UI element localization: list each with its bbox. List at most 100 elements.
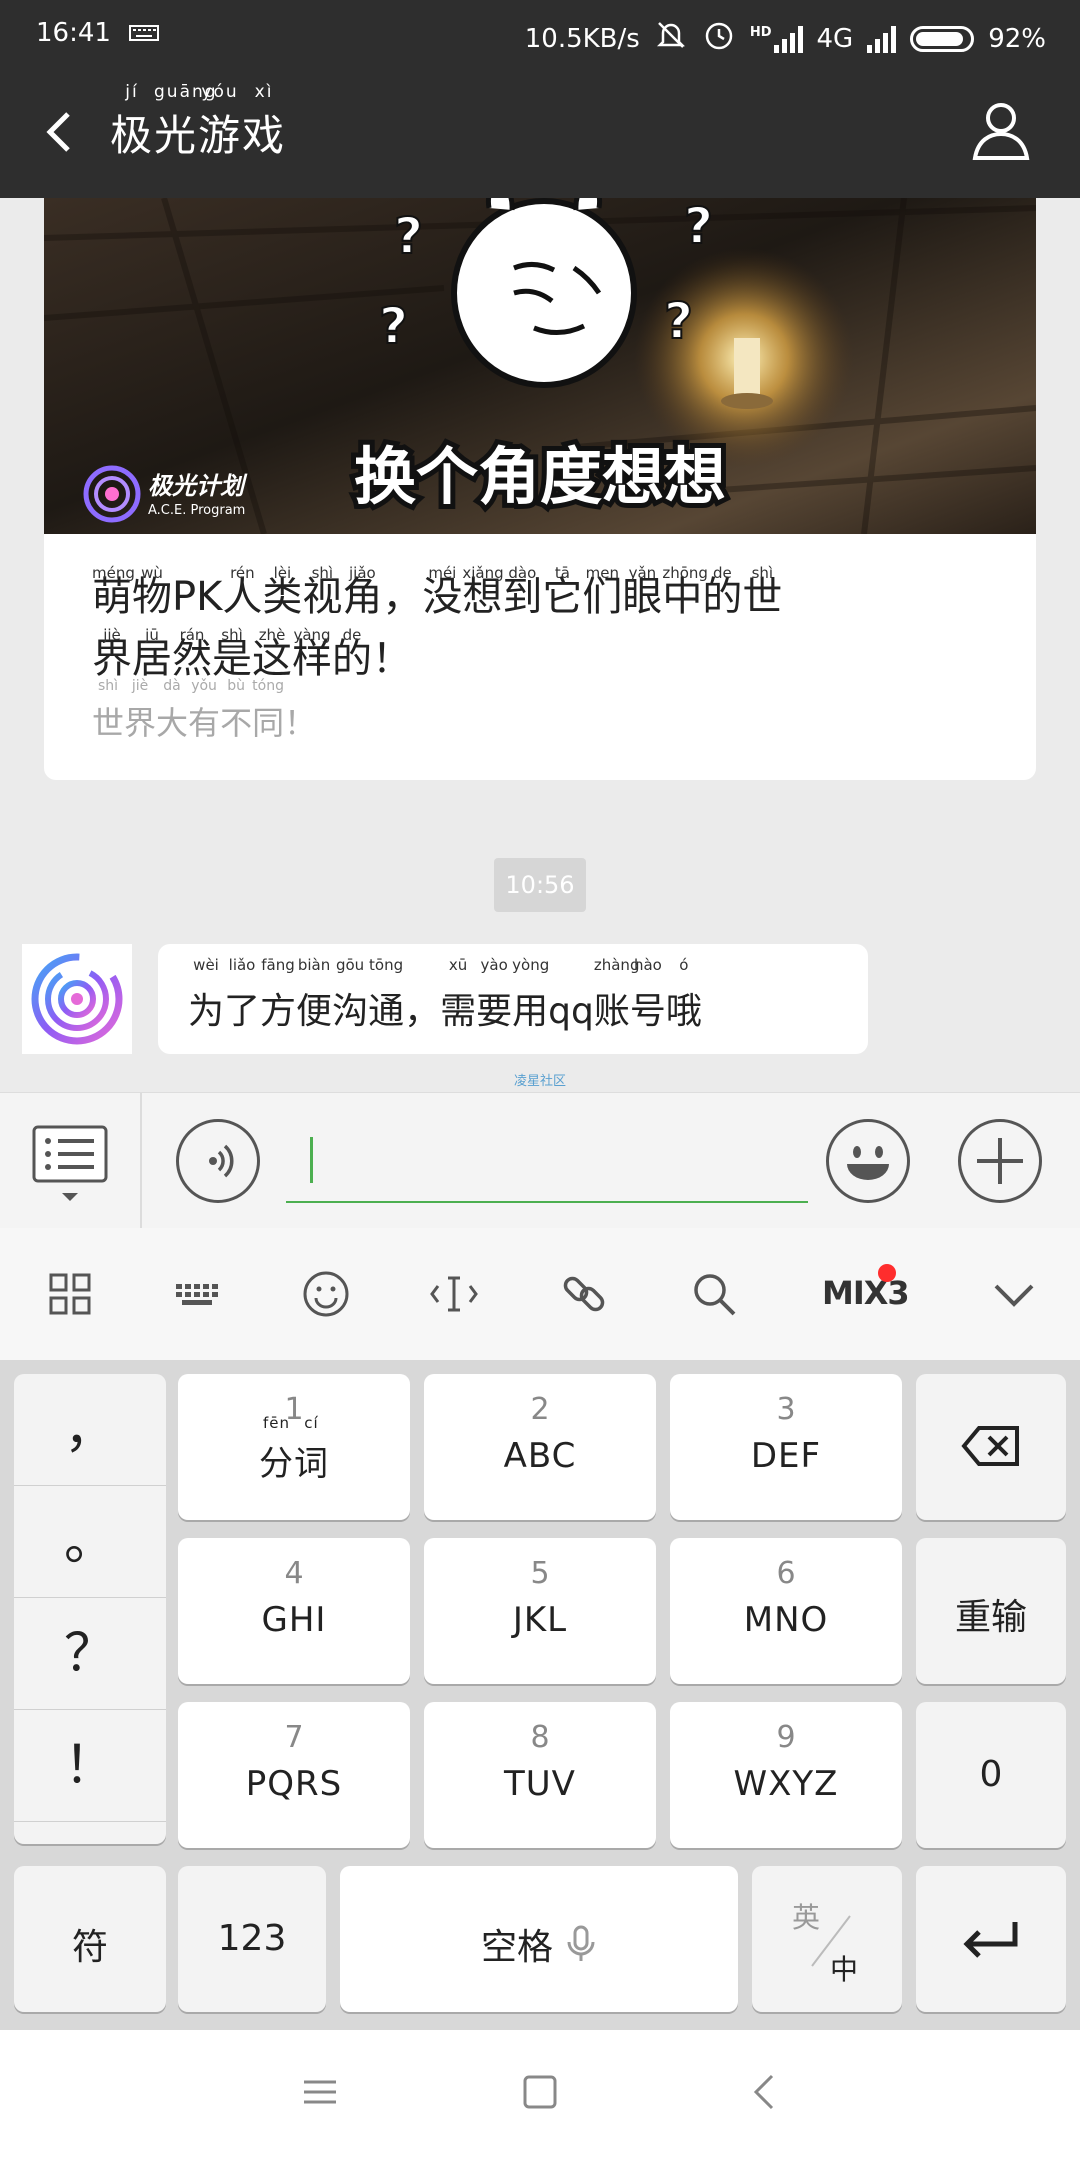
pinyin: zhàng (593, 956, 640, 974)
pinyin: wèi (193, 956, 219, 974)
char: jí 极 (110, 82, 155, 160)
slash-divider (811, 1915, 851, 1967)
keyboard-layout-button[interactable] (172, 1268, 224, 1320)
mix3-button[interactable]: MIX3 (822, 1274, 910, 1312)
system-nav-bar (0, 2030, 1080, 2160)
home-button[interactable] (518, 2070, 562, 2114)
profile-button[interactable] (966, 96, 1036, 166)
source-label[interactable]: 凌星社区 (0, 1070, 1080, 1089)
svg-text:?: ? (394, 207, 423, 265)
key-5[interactable]: 5 JKL (424, 1538, 656, 1684)
char: bù 不 (220, 678, 253, 742)
sender-avatar[interactable] (22, 944, 132, 1054)
system-back-button[interactable] (744, 2070, 788, 2114)
message-input[interactable] (286, 1123, 808, 1203)
pinyin: méng (92, 564, 135, 582)
pinyin: tōng (369, 956, 404, 974)
keyboard: ， 。 ？ ！ 1 fēn 分 cí 词 2 ABC 3 DEF 4 GHI 5 JK… (0, 1360, 1080, 2030)
pinyin: xiǎng (462, 564, 504, 582)
punctuation-list[interactable]: ， 。 ？ ！ (14, 1374, 166, 1844)
network-speed: 10.5KB/s (524, 23, 640, 54)
pinyin: yóu (201, 82, 239, 102)
char: dào 到 (502, 564, 542, 628)
key-3[interactable]: 3 DEF (670, 1374, 902, 1520)
char: yào 要 (476, 956, 513, 1032)
chevron-down-icon (994, 1284, 1034, 1307)
mute-icon (654, 18, 688, 59)
brand-logo-icon (31, 953, 123, 1045)
pinyin: rán (179, 626, 205, 644)
char: xū 需 (440, 956, 477, 1032)
pinyin: liǎo (228, 956, 256, 974)
link-button[interactable] (558, 1268, 610, 1320)
emoji-button[interactable] (826, 1119, 910, 1203)
char: yǒu 有 (188, 678, 221, 742)
key-4[interactable]: 4 GHI (178, 1538, 410, 1684)
back-button[interactable] (30, 100, 90, 164)
svg-text:?: ? (379, 297, 408, 355)
voice-input-button[interactable] (176, 1119, 260, 1203)
message-bubble[interactable]: wèi 为 liǎo 了 fāng 方 biàn 便 gōu 沟 tōng 通， xū 需 yào 要 yòng… (158, 944, 868, 1054)
pinyin: lèi (273, 564, 292, 582)
symbol-key[interactable]: 符 (14, 1866, 166, 2012)
search-button[interactable] (688, 1268, 740, 1320)
cursor-edit-button[interactable] (428, 1268, 480, 1320)
punct-comma[interactable]: ， (14, 1374, 166, 1486)
chat-header: jí 极 guāng 光 yóu 游 xì 戏 (0, 66, 1080, 198)
pinyin: de (342, 626, 362, 644)
char: jiè 界 (124, 678, 157, 742)
char: hào 号 (629, 956, 666, 1032)
recents-button[interactable] (298, 2070, 342, 2114)
ime-menu-button[interactable] (44, 1268, 96, 1320)
ime-emoji-button[interactable] (300, 1268, 352, 1320)
char: yàng 样 (292, 626, 332, 690)
collapse-keyboard-button[interactable] (988, 1268, 1040, 1320)
key-1[interactable]: 1 fēn 分 cí 词 (178, 1374, 410, 1520)
pinyin: tóng (252, 678, 284, 694)
link-icon (563, 1276, 605, 1312)
char: xì 戏 (242, 82, 287, 160)
key-9[interactable]: 9 WXYZ (670, 1702, 902, 1848)
punct-question[interactable]: ？ (14, 1598, 166, 1710)
battery-percent: 92% (988, 23, 1046, 54)
message-timestamp: 10:56 (494, 858, 586, 912)
status-time: 16:41 (36, 18, 111, 48)
menu-toggle-button[interactable] (30, 1123, 114, 1207)
char: shì 世 (92, 678, 125, 742)
article-title: méng 萌 wù 物 PK rén 人 lèi 类 shì 视 jiǎo 角， méi 没 xiǎng 想 dà… (92, 564, 992, 690)
pinyin: shì (97, 678, 119, 694)
text-cursor-icon (430, 1276, 478, 1312)
ime-toolbar: MIX3 (0, 1228, 1080, 1360)
space-key[interactable]: 空格 (340, 1866, 738, 2012)
char: zhàng 账 (593, 956, 640, 1032)
char: tóng 同 (252, 678, 285, 742)
voice-wave-icon (209, 1144, 234, 1178)
key-7[interactable]: 7 PQRS (178, 1702, 410, 1848)
language-switch-key[interactable]: 英 中 (752, 1866, 902, 2012)
key-8[interactable]: 8 TUV (424, 1702, 656, 1848)
backspace-key[interactable] (916, 1374, 1066, 1520)
more-options-button[interactable] (958, 1119, 1042, 1203)
article-card[interactable]: ???? 极光计划 A.C.E. Program 换个角度想想 méng 萌 wù 物… (44, 198, 1036, 780)
key-0[interactable]: 0 (916, 1702, 1066, 1848)
grid-icon (49, 1273, 91, 1315)
punct-exclaim[interactable]: ！ (14, 1710, 166, 1822)
pinyin: jū (145, 626, 159, 644)
char: gōu 沟 (332, 956, 369, 1032)
pinyin: yòng (512, 956, 550, 974)
enter-key[interactable] (916, 1866, 1066, 2012)
reinput-key[interactable]: 重输 (916, 1538, 1066, 1684)
pinyin: bù (227, 678, 245, 694)
punct-period[interactable]: 。 (14, 1486, 166, 1598)
char: liǎo 了 (224, 956, 261, 1032)
key-6[interactable]: 6 MNO (670, 1538, 902, 1684)
pinyin: fāng (261, 956, 295, 974)
chevron-left-icon (753, 2074, 774, 2110)
key-2[interactable]: 2 ABC (424, 1374, 656, 1520)
pinyin: de (712, 564, 732, 582)
pinyin: ó (679, 956, 689, 974)
pinyin: gōu (335, 956, 365, 974)
char: shì 世 (742, 564, 782, 628)
pinyin: dà (163, 678, 181, 694)
numeric-key[interactable]: 123 (178, 1866, 326, 2012)
